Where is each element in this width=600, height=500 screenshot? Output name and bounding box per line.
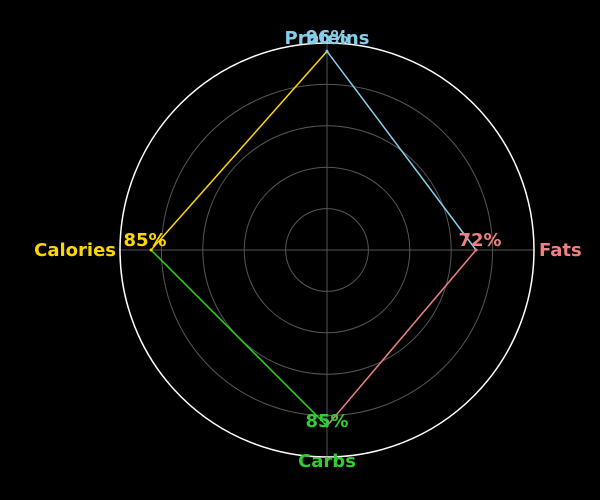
data-point-proteins (325, 49, 329, 53)
data-polygon (149, 49, 478, 428)
series-edge-carbs (150, 249, 328, 427)
series-edge-calories (150, 50, 328, 251)
value-label-proteins: 96% (305, 27, 348, 48)
radar-chart: Proteins Fats Carbs Calories 96% 72% 85%… (34, 27, 582, 472)
series-edge-proteins (326, 50, 477, 251)
value-label-fats: 72% (458, 230, 501, 251)
series-edge-fats (326, 249, 477, 427)
axis-label-fats: Fats (539, 240, 582, 261)
axis-label-carbs: Carbs (298, 451, 356, 472)
value-label-carbs: 85% (305, 411, 348, 432)
axis-label-calories: Calories (34, 240, 116, 261)
value-label-calories: 85% (123, 230, 166, 251)
